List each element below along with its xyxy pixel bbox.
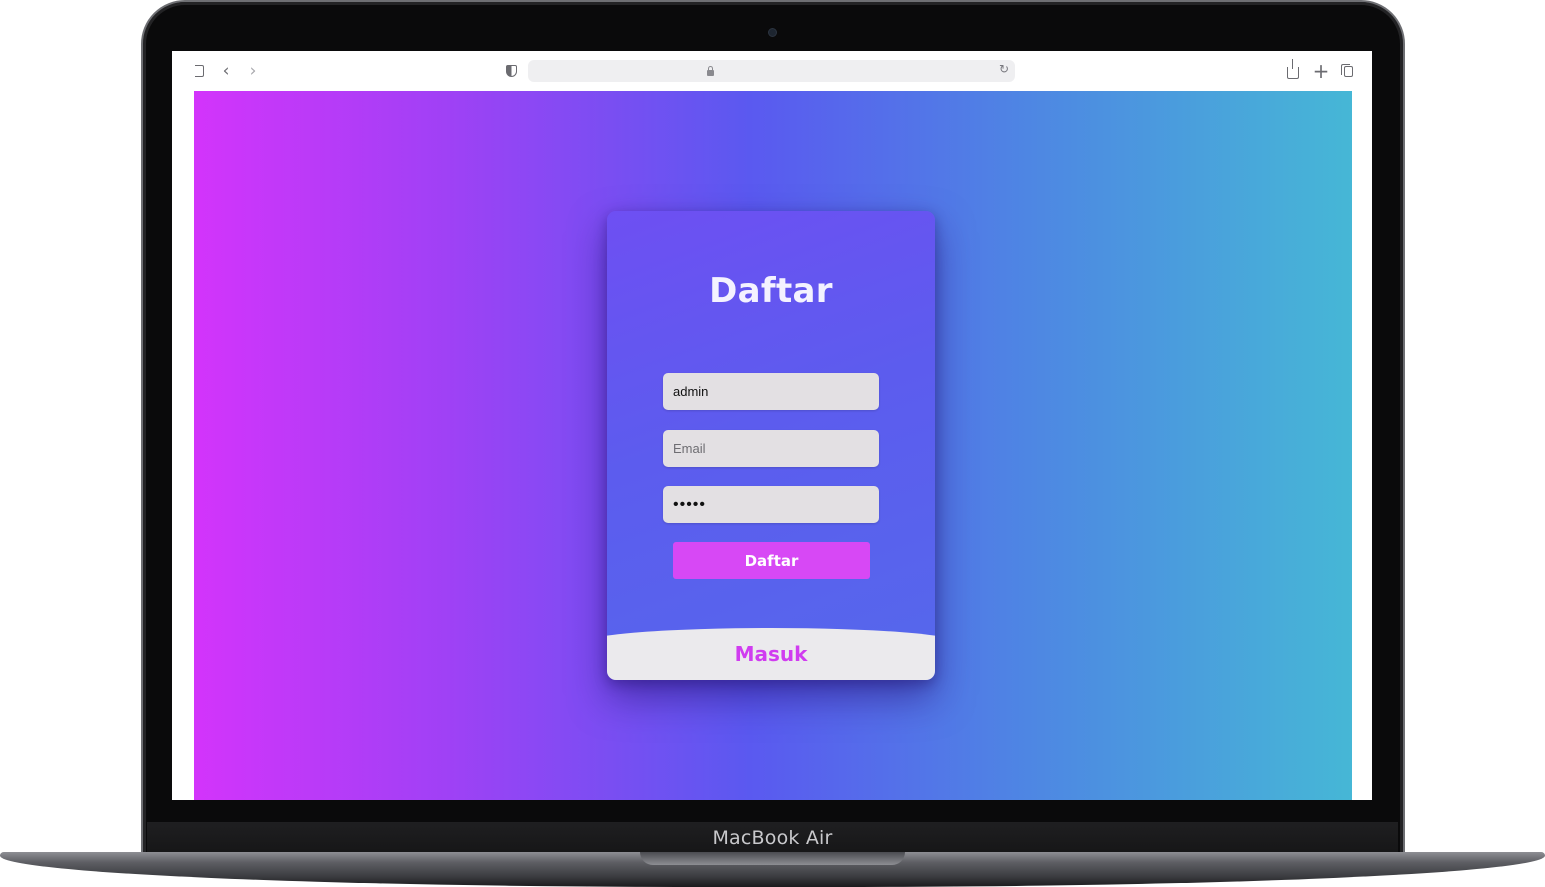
email-field[interactable] [663,430,879,467]
camera-icon [768,28,777,37]
register-button[interactable]: Daftar [673,542,870,579]
new-tab-icon[interactable]: + [1311,61,1331,81]
password-field[interactable] [663,486,879,523]
page-viewport: Daftar Daftar Masuk [194,91,1352,800]
privacy-shield-icon[interactable] [501,61,521,81]
browser-toolbar: ‹ › ↻ + [172,51,1372,91]
sidebar-toggle-icon[interactable] [189,61,209,81]
browser-window: ‹ › ↻ + Daftar Daftar Masuk [172,51,1372,800]
reload-icon[interactable]: ↻ [999,62,1009,76]
lock-icon [707,66,714,76]
back-arrow-icon[interactable]: ‹ [216,61,236,81]
laptop-mockup: MacBook Air ‹ › ↻ + Daftar admin Email D… [0,0,1545,887]
device-label: MacBook Air [712,827,833,849]
share-icon[interactable] [1283,59,1303,81]
page-title: Daftar [709,271,833,311]
address-bar[interactable]: ↻ [528,60,1015,82]
forward-arrow-icon[interactable]: › [243,61,263,81]
laptop-hinge-notch [640,852,905,865]
tab-overview-icon[interactable] [1338,61,1358,81]
register-card: Daftar Daftar Masuk [607,211,935,680]
username-field[interactable] [663,373,879,410]
login-link[interactable]: Masuk [607,642,935,666]
